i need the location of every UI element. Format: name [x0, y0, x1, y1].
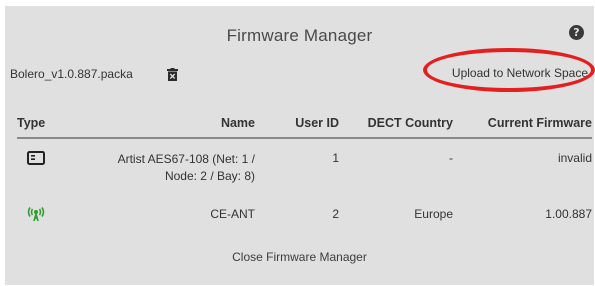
upload-to-network-space-button[interactable]: Upload to Network Space: [452, 66, 588, 80]
row-dect-country: Europe: [414, 207, 453, 221]
selected-filename: Bolero_v1.0.887.packa: [10, 67, 133, 81]
row-dect-country: -: [449, 151, 453, 165]
column-header-user-id[interactable]: User ID: [255, 112, 339, 139]
row-current-firmware: invalid: [557, 151, 592, 165]
row-name: CE-ANT: [210, 207, 255, 221]
table-row[interactable]: Artist AES67-108 (Net: 1 / Node: 2 / Bay…: [17, 138, 592, 193]
row-name-line2: Node: 2 / Bay: 8): [164, 169, 255, 183]
row-user-id: 1: [332, 151, 339, 165]
table-row[interactable]: CE-ANT 2 Europe 1.00.887: [17, 193, 592, 229]
antenna-icon: [27, 207, 45, 222]
row-name-line1: Artist AES67-108 (Net: 1 /: [117, 152, 255, 166]
row-current-firmware: 1.00.887: [545, 207, 592, 221]
device-unit-icon: [27, 151, 45, 165]
dialog-title: Firmware Manager: [226, 26, 373, 45]
column-header-dect-country[interactable]: DECT Country: [339, 112, 453, 139]
column-header-type[interactable]: Type: [17, 112, 69, 139]
column-header-current-firmware[interactable]: Current Firmware: [453, 112, 592, 139]
close-firmware-manager-button[interactable]: Close Firmware Manager: [5, 250, 594, 264]
column-header-name[interactable]: Name: [69, 112, 255, 139]
firmware-manager-dialog: Firmware Manager ? Bolero_v1.0.887.packa…: [5, 6, 594, 285]
help-icon[interactable]: ?: [569, 25, 584, 40]
trash-icon[interactable]: [167, 68, 178, 81]
table-header-row: Type Name User ID DECT Country Current F…: [17, 112, 592, 139]
file-row: Bolero_v1.0.887.packa Upload to Network …: [5, 62, 594, 92]
firmware-table: Type Name User ID DECT Country Current F…: [17, 112, 592, 229]
row-user-id: 2: [332, 207, 339, 221]
